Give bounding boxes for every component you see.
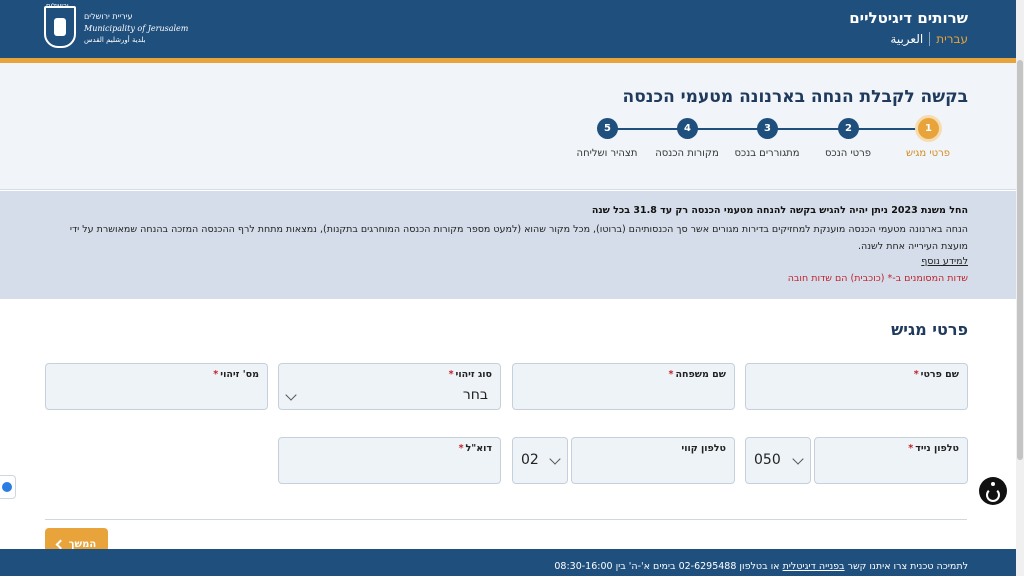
language-switcher: עברית العربية: [890, 32, 968, 46]
step-2-label: פרטי הנכס: [824, 148, 872, 159]
page-title: בקשה לקבלת הנחה בארנונה מטעמי הכנסה: [622, 87, 968, 107]
logo-english-text: Municipality of Jerusalem: [84, 24, 189, 33]
first-name-label: שם פרטי: [920, 369, 959, 380]
lang-arabic-link[interactable]: العربية: [890, 32, 929, 46]
support-text-post: או בטלפון 02-6295488 בימים א'-ה' בין 08:…: [554, 561, 780, 572]
required-mark: *: [908, 443, 914, 454]
chevron-down-icon: [285, 389, 297, 401]
id-type-label-wrap: סוג זיהוי*: [449, 369, 492, 380]
jerusalem-emblem-icon: [44, 6, 76, 48]
landline-prefix-value: 02: [521, 452, 539, 468]
support-widget-icon[interactable]: [0, 475, 16, 499]
step-5-label: תצהיר ושליחה: [576, 148, 638, 159]
landline-label-wrap: טלפון קווי: [681, 443, 726, 454]
required-mark: *: [448, 369, 454, 380]
step-3-label: מתגוררים בנכס: [734, 148, 800, 159]
support-text: לתמיכה טכנית צרו איתנו קשר בפנייה דיגיטל…: [554, 561, 968, 572]
step-5-circle[interactable]: 5: [597, 118, 618, 139]
lang-hebrew-link[interactable]: עברית: [929, 32, 968, 46]
mobile-prefix-select[interactable]: 050: [745, 437, 811, 484]
mobile-label-wrap: טלפון נייד*: [908, 443, 959, 454]
chevron-left-icon: [55, 539, 66, 550]
required-mark: *: [668, 369, 674, 380]
scrollbar-thumb[interactable]: [1017, 60, 1023, 460]
scrollbar[interactable]: [1016, 0, 1024, 576]
info-description: הנחה בארנונה מטעמי הכנסה מוענקת למחזיקים…: [69, 224, 968, 252]
stepper: 1 פרטי מגיש 2 פרטי הנכס 3 מתגוררים בנכס …: [560, 118, 970, 159]
step-4-circle[interactable]: 4: [677, 118, 698, 139]
email-label-wrap: דוא"ל*: [459, 443, 492, 454]
accessibility-icon[interactable]: [979, 477, 1007, 505]
required-mark: *: [458, 443, 464, 454]
mobile-label: טלפון נייד: [915, 443, 959, 454]
site-title: שרותים דיגיטליים: [849, 9, 968, 27]
last-name-label-wrap: שם משפחה*: [669, 369, 726, 380]
step-2-circle[interactable]: 2: [838, 118, 859, 139]
logo-arabic-text: بلدية أورشليم القدس: [84, 36, 146, 44]
title-area: בקשה לקבלת הנחה בארנונה מטעמי הכנסה 1 פר…: [0, 63, 1024, 190]
chevron-down-icon: [792, 453, 804, 465]
chevron-down-icon: [549, 453, 561, 465]
landline-prefix-select[interactable]: 02: [512, 437, 568, 484]
support-text-pre: לתמיכה טכנית צרו איתנו קשר: [847, 561, 968, 572]
mobile-prefix-value: 050: [754, 452, 781, 468]
mobile-phone-field[interactable]: טלפון נייד*: [814, 437, 968, 484]
id-type-label: סוג זיהוי: [455, 369, 492, 380]
info-panel: החל משנת 2023 ניתן יהיה להגיש בקשה להנחה…: [0, 191, 1024, 299]
landline-label: טלפון קווי: [681, 443, 726, 454]
more-info-link[interactable]: למידע נוסף: [921, 256, 968, 267]
last-name-label: שם משפחה: [675, 369, 726, 380]
digital-inquiry-link[interactable]: בפנייה דיגיטלית: [783, 561, 845, 572]
step-1-circle[interactable]: 1: [918, 118, 939, 139]
logo-top-text: ירושלים: [46, 2, 69, 10]
required-mark: *: [913, 369, 919, 380]
section-title: פרטי מגיש: [891, 320, 968, 339]
required-mark: *: [213, 369, 219, 380]
id-type-value: בחר: [462, 387, 488, 403]
first-name-label-wrap: שם פרטי*: [914, 369, 959, 380]
landline-phone-field[interactable]: טלפון קווי: [571, 437, 735, 484]
id-number-label: מס' זיהוי: [220, 369, 259, 380]
municipality-logo[interactable]: ירושלים עיריית ירושלים Municipality of J…: [44, 2, 188, 52]
top-header: שרותים דיגיטליים עברית العربية ירושלים ע…: [0, 0, 1024, 58]
info-deadline-notice: החל משנת 2023 ניתן יהיה להגיש בקשה להנחה…: [591, 205, 968, 216]
required-fields-note: שדות המסומנים ב-* (כוכבית) הם שדות חובה: [787, 273, 968, 284]
step-4-label: מקורות הכנסה: [655, 148, 719, 159]
logo-hebrew-text: עיריית ירושלים: [84, 12, 133, 21]
step-3-circle[interactable]: 3: [757, 118, 778, 139]
id-type-select[interactable]: סוג זיהוי* בחר: [278, 363, 501, 410]
footer: לתמיכה טכנית צרו איתנו קשר בפנייה דיגיטל…: [0, 549, 1024, 576]
email-label: דוא"ל: [465, 443, 492, 454]
first-name-field[interactable]: שם פרטי*: [745, 363, 968, 410]
last-name-field[interactable]: שם משפחה*: [512, 363, 735, 410]
step-1-label: פרטי מגיש: [905, 148, 951, 159]
id-number-field[interactable]: מס' זיהוי*: [45, 363, 268, 410]
id-number-label-wrap: מס' זיהוי*: [213, 369, 259, 380]
form-divider: [45, 519, 967, 520]
email-field[interactable]: דוא"ל*: [278, 437, 501, 484]
